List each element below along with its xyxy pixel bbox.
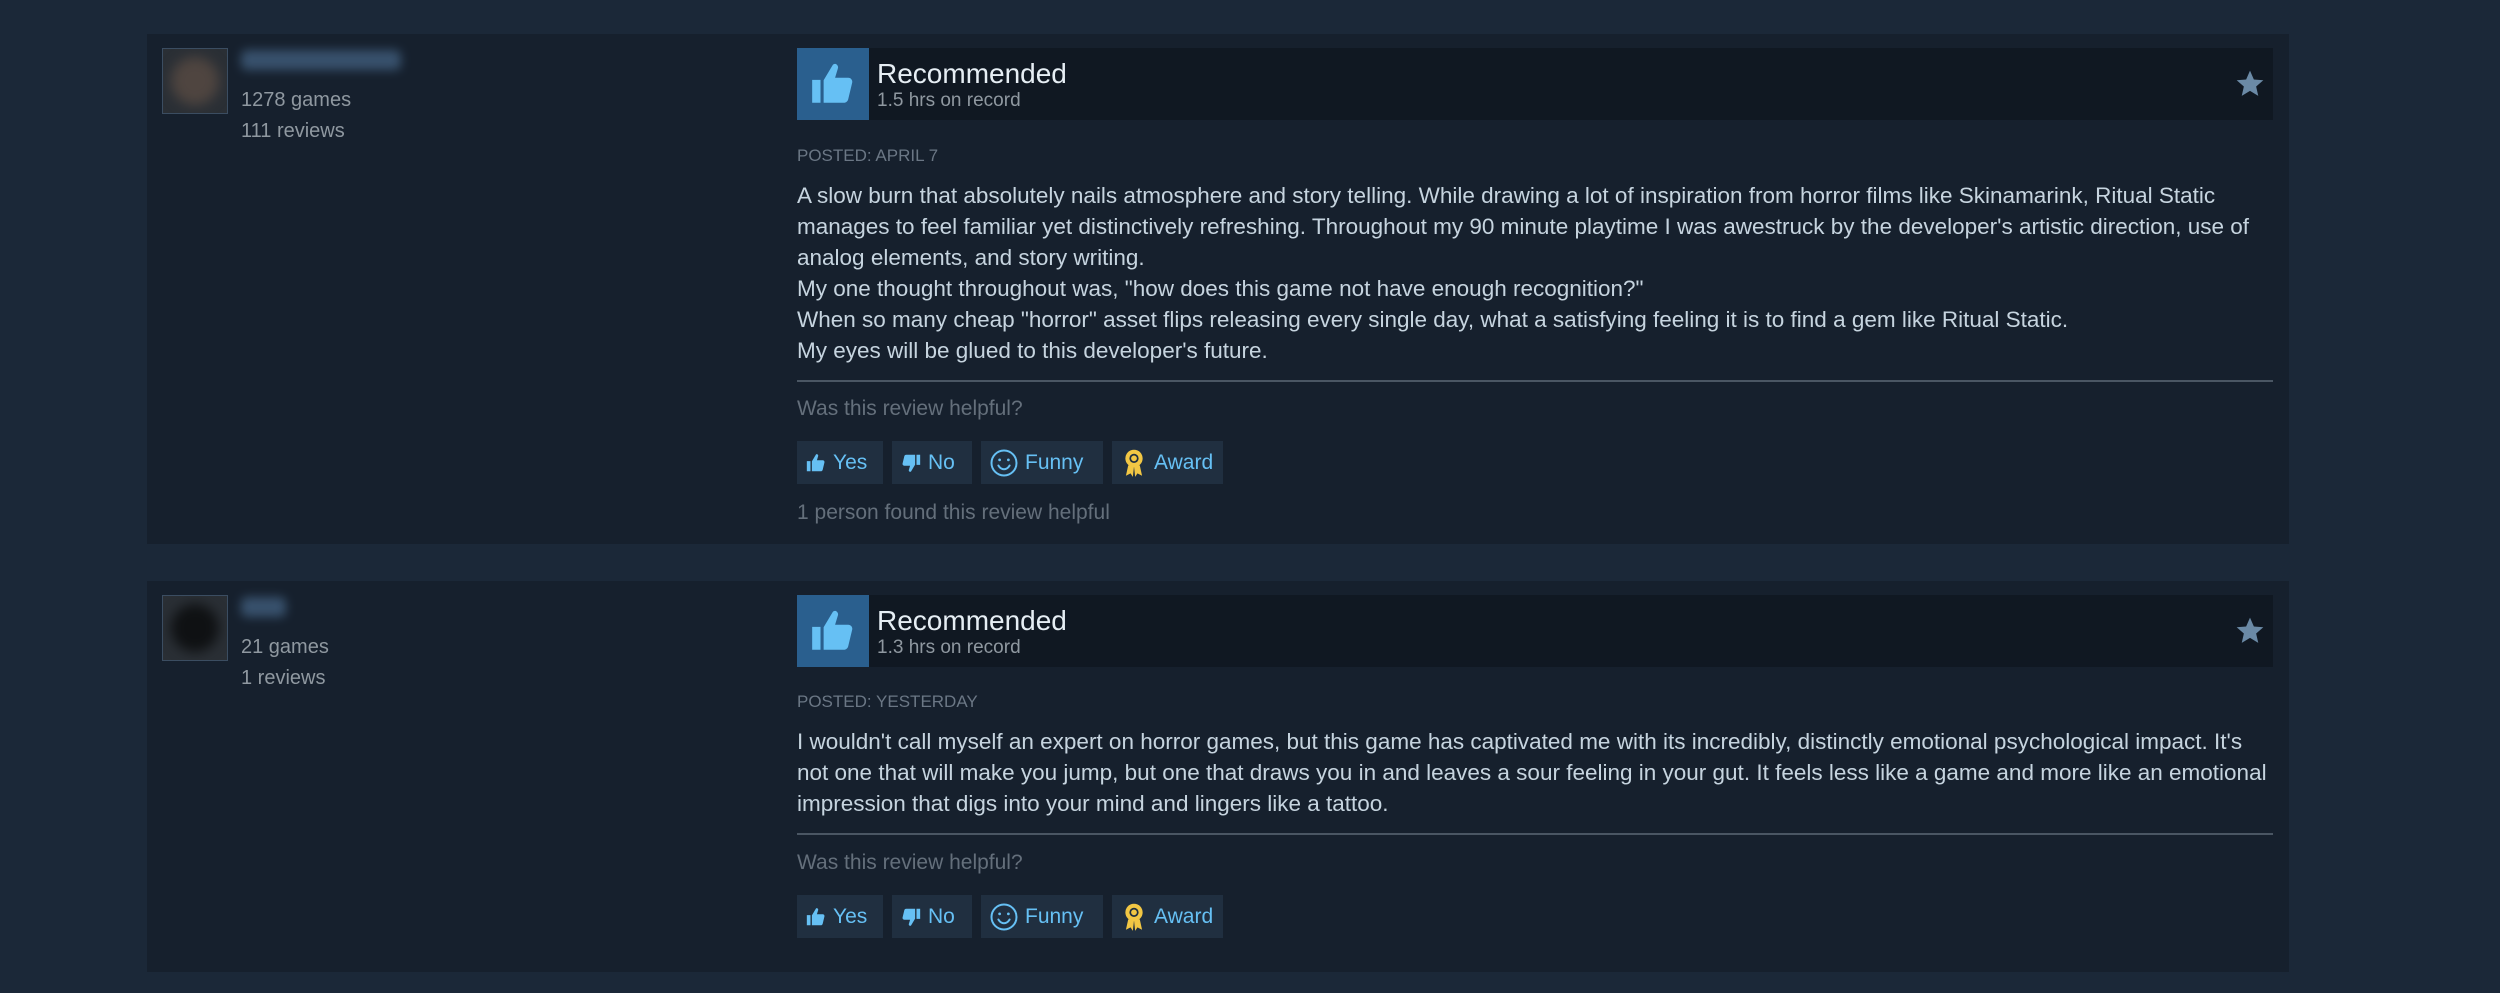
hours-on-record: 1.3 hrs on record <box>877 637 1021 658</box>
funny-label: Funny <box>1025 450 1084 474</box>
author-reviews-count[interactable]: 1 reviews <box>241 667 325 690</box>
no-button[interactable]: No <box>892 895 972 938</box>
smiley-icon <box>990 449 1018 476</box>
yes-button[interactable]: Yes <box>797 895 883 938</box>
award-label: Award <box>1154 450 1214 474</box>
review-content: A slow burn that absolutely nails atmosp… <box>797 180 2273 366</box>
yes-button[interactable]: Yes <box>797 441 883 484</box>
funny-button[interactable]: Funny <box>981 895 1103 938</box>
helpful-question: Was this review helpful? <box>797 397 1023 420</box>
author-games-count[interactable]: 1278 games <box>241 89 351 112</box>
divider <box>797 833 2273 835</box>
no-label: No <box>928 450 955 474</box>
thumbs-down-icon <box>902 908 921 926</box>
yes-label: Yes <box>833 904 868 928</box>
rating-buttons: Yes No Funny Award <box>797 895 1223 938</box>
review-card: 21 games 1 reviews Recommended 1.3 hrs o… <box>147 581 2289 972</box>
yes-label: Yes <box>833 450 868 474</box>
thumbs-up-icon <box>812 63 853 103</box>
award-button[interactable]: Award <box>1112 441 1223 484</box>
award-button[interactable]: Award <box>1112 895 1223 938</box>
award-icon <box>1125 449 1143 477</box>
posted-date: POSTED: APRIL 7 <box>797 146 939 165</box>
award-icon <box>1125 903 1143 931</box>
thumbs-up-icon <box>806 453 825 471</box>
found-helpful-text: 1 person found this review helpful <box>797 501 1110 524</box>
review-paragraph: I wouldn't call myself an expert on horr… <box>797 729 2267 816</box>
author-name-redacted[interactable] <box>241 597 286 617</box>
review-paragraph: My eyes will be glued to this developer'… <box>797 338 1268 363</box>
author-games-count[interactable]: 21 games <box>241 636 329 659</box>
review-content: I wouldn't call myself an expert on horr… <box>797 726 2273 819</box>
smiley-icon <box>990 903 1018 930</box>
posted-date: POSTED: YESTERDAY <box>797 692 978 711</box>
star-icon[interactable] <box>2234 68 2266 100</box>
star-icon[interactable] <box>2234 615 2266 647</box>
avatar[interactable] <box>162 48 228 114</box>
thumbs-up-icon <box>812 610 853 650</box>
no-button[interactable]: No <box>892 441 972 484</box>
divider <box>797 380 2273 382</box>
hours-on-record: 1.5 hrs on record <box>877 90 1021 111</box>
review-card: 1278 games 111 reviews Recommended 1.5 h… <box>147 34 2289 544</box>
funny-button[interactable]: Funny <box>981 441 1103 484</box>
recommended-thumb-box <box>797 595 869 667</box>
vote-header: Recommended 1.3 hrs on record <box>797 595 2273 667</box>
vote-title[interactable]: Recommended <box>877 58 1067 90</box>
helpful-question: Was this review helpful? <box>797 851 1023 874</box>
no-label: No <box>928 904 955 928</box>
award-label: Award <box>1154 904 1214 928</box>
vote-header: Recommended 1.5 hrs on record <box>797 48 2273 120</box>
vote-title[interactable]: Recommended <box>877 605 1067 637</box>
author-reviews-count[interactable]: 111 reviews <box>241 120 345 143</box>
thumbs-down-icon <box>902 454 921 472</box>
review-paragraph: When so many cheap "horror" asset flips … <box>797 307 2069 332</box>
rating-buttons: Yes No Funny Award <box>797 441 1223 484</box>
funny-label: Funny <box>1025 904 1084 928</box>
author-name-redacted[interactable] <box>241 50 401 70</box>
review-paragraph: A slow burn that absolutely nails atmosp… <box>797 183 2250 270</box>
avatar[interactable] <box>162 595 228 661</box>
review-paragraph: My one thought throughout was, "how does… <box>797 276 1644 301</box>
recommended-thumb-box <box>797 48 869 120</box>
thumbs-up-icon <box>806 907 825 925</box>
